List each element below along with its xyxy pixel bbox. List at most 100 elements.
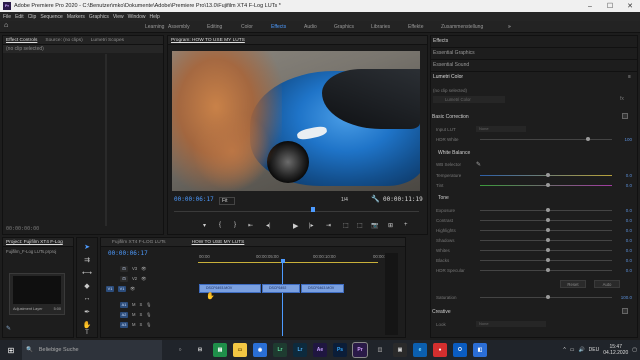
- track-a1-label[interactable]: A1: [120, 301, 128, 308]
- taskbar-search[interactable]: 🔍 Beliebige Suche: [22, 340, 162, 360]
- play-icon[interactable]: ▶: [293, 222, 298, 230]
- lightroom-classic-icon[interactable]: Lr: [273, 343, 287, 357]
- clip-2[interactable]: DSCF6492: [262, 284, 300, 293]
- go-to-out-icon[interactable]: ⇥: [326, 222, 331, 229]
- pencil-icon[interactable]: ✎: [6, 325, 11, 332]
- track-a1-mic-icon[interactable]: 🎙: [146, 302, 151, 308]
- app-blue-icon[interactable]: ◉: [253, 343, 267, 357]
- track-v2-eye-icon[interactable]: 👁: [141, 276, 146, 282]
- network-icon[interactable]: ▭: [570, 347, 575, 353]
- workspace-editing[interactable]: Editing: [207, 24, 222, 30]
- temperature-slider[interactable]: [480, 172, 612, 177]
- task-view-icon[interactable]: ○: [173, 343, 187, 357]
- timeline-icon[interactable]: ⊟: [193, 343, 207, 357]
- workspace-effekte[interactable]: Effekte: [408, 24, 423, 30]
- track-a3-label[interactable]: A3: [120, 321, 128, 328]
- workspace-libraries[interactable]: Libraries: [371, 24, 390, 30]
- whites-slider[interactable]: [480, 247, 612, 252]
- panel-menu-icon[interactable]: ≡: [628, 74, 631, 80]
- menu-markers[interactable]: Markers: [67, 14, 85, 20]
- exposure-slider[interactable]: [480, 207, 612, 212]
- fx-toggle-icon[interactable]: fx: [620, 96, 624, 102]
- auto-button[interactable]: Auto: [594, 280, 620, 288]
- more-workspaces-icon[interactable]: »: [508, 24, 511, 30]
- menu-view[interactable]: View: [113, 14, 124, 20]
- app-gray-icon[interactable]: ◫: [373, 343, 387, 357]
- tab-sequence-how-to[interactable]: HOW TO USE MY LUTS: [192, 240, 245, 245]
- track-a2-solo[interactable]: S: [140, 312, 143, 317]
- workspace-learning[interactable]: Learning: [145, 24, 164, 30]
- ripple-edit-tool-icon[interactable]: ⟷: [82, 269, 92, 279]
- tab-program[interactable]: Program: HOW TO USE MY LUTS: [171, 38, 245, 43]
- timeline-timecode[interactable]: 00:00:06:17: [108, 250, 148, 257]
- section-creative[interactable]: Creative: [432, 309, 451, 315]
- essential-graphics-tab[interactable]: Essential Graphics: [433, 50, 475, 56]
- highlights-slider[interactable]: [480, 227, 612, 232]
- contrast-value[interactable]: 0.0: [616, 218, 632, 223]
- marker-icon[interactable]: ▾: [203, 222, 206, 229]
- basic-correction-checkbox[interactable]: [622, 113, 628, 119]
- tab-effect-controls[interactable]: Effect Controls: [6, 38, 37, 43]
- mark-out-icon[interactable]: }: [234, 222, 236, 228]
- wrench-icon[interactable]: 🔧: [371, 195, 380, 203]
- highlights-value[interactable]: 0.0: [616, 228, 632, 233]
- hdr-white-slider[interactable]: [480, 136, 612, 141]
- track-a1-solo[interactable]: S: [140, 302, 143, 307]
- playhead-icon[interactable]: [311, 207, 315, 212]
- app-red-icon[interactable]: ●: [433, 343, 447, 357]
- essential-sound-tab[interactable]: Essential Sound: [433, 62, 469, 68]
- menu-clip[interactable]: Clip: [28, 14, 37, 20]
- track-a2-mic-icon[interactable]: 🎙: [146, 312, 151, 318]
- camera-icon[interactable]: 📷: [371, 222, 378, 229]
- whites-value[interactable]: 0.0: [616, 248, 632, 253]
- section-basic-correction[interactable]: Basic Correction: [432, 114, 469, 120]
- creative-checkbox[interactable]: [622, 308, 628, 314]
- resolution-dropdown[interactable]: 1/4: [341, 197, 348, 203]
- menu-graphics[interactable]: Graphics: [89, 14, 109, 20]
- close-button[interactable]: ✕: [620, 2, 640, 10]
- fit-dropdown[interactable]: Fit: [219, 197, 235, 205]
- look-dropdown[interactable]: None: [476, 321, 546, 327]
- workspace-zusammenstellung[interactable]: Zusammenstellung: [441, 24, 483, 30]
- app-green-icon[interactable]: ▤: [213, 343, 227, 357]
- windows-start-icon[interactable]: ⊞: [0, 346, 22, 355]
- workspace-audio[interactable]: Audio: [304, 24, 317, 30]
- button-editor-icon[interactable]: ⊞: [388, 222, 393, 229]
- menu-edit[interactable]: Edit: [15, 14, 24, 20]
- go-to-in-icon[interactable]: ⇤: [248, 222, 253, 229]
- lightroom-icon[interactable]: Lr: [293, 343, 307, 357]
- section-white-balance[interactable]: White Balance: [438, 150, 470, 156]
- step-back-icon[interactable]: ◂|: [266, 222, 271, 229]
- tint-value[interactable]: 0.0: [616, 183, 632, 188]
- slip-tool-icon[interactable]: ↔: [82, 295, 92, 305]
- track-a3-mute[interactable]: M: [132, 322, 136, 327]
- workspace-effects[interactable]: Effects: [271, 24, 286, 30]
- menu-sequence[interactable]: Sequence: [40, 14, 63, 20]
- track-v3-badge[interactable]: ⊡: [120, 265, 128, 272]
- tab-sequence-luts[interactable]: Fujifilm XT4 F-LOG LUTs: [112, 240, 166, 245]
- tab-project[interactable]: Project: Fujifilm XT4 F-Log: [6, 240, 63, 245]
- tray-chevron-icon[interactable]: ^: [563, 347, 565, 353]
- program-timecode-current[interactable]: 00:00:06:17: [174, 196, 214, 203]
- effects-tab[interactable]: Effects: [433, 38, 448, 44]
- blacks-value[interactable]: 0.0: [616, 258, 632, 263]
- step-forward-icon[interactable]: |▸: [309, 222, 314, 229]
- lift-icon[interactable]: ⬚: [343, 222, 349, 229]
- tint-slider[interactable]: [480, 182, 612, 187]
- language-indicator[interactable]: DEU: [589, 347, 600, 353]
- temperature-value[interactable]: 0.0: [616, 173, 632, 178]
- menu-file[interactable]: File: [3, 14, 11, 20]
- program-video-frame[interactable]: [172, 51, 420, 191]
- file-explorer-icon[interactable]: ▭: [233, 343, 247, 357]
- blacks-slider[interactable]: [480, 257, 612, 262]
- track-v3-eye-icon[interactable]: 👁: [141, 266, 146, 272]
- workspace-color[interactable]: Color: [241, 24, 253, 30]
- track-a1-mute[interactable]: M: [132, 302, 136, 307]
- shadows-value[interactable]: 0.0: [616, 238, 632, 243]
- clock[interactable]: 15:47 04.12.2020: [603, 344, 628, 356]
- menu-help[interactable]: Help: [149, 14, 159, 20]
- tab-source[interactable]: Source: (no clips): [45, 38, 82, 43]
- volume-icon[interactable]: 🔊: [578, 347, 584, 353]
- selection-tool-icon[interactable]: ➤: [82, 243, 92, 253]
- hdr-specular-value[interactable]: 0.0: [616, 268, 632, 273]
